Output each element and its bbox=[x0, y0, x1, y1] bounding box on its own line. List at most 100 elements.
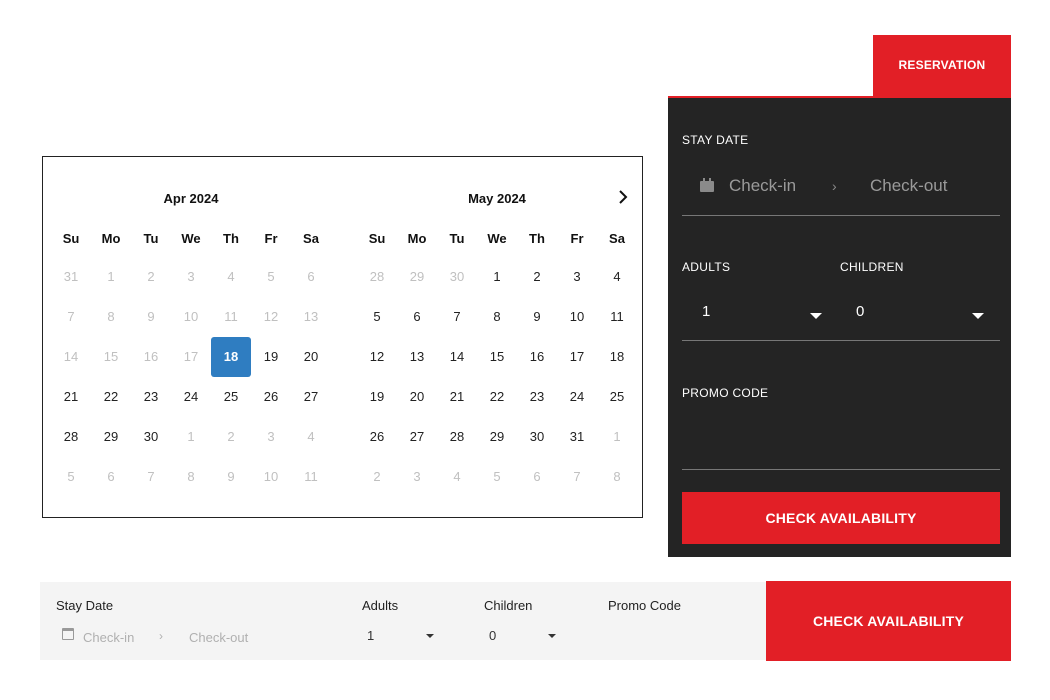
day-cell[interactable]: 13 bbox=[397, 337, 437, 377]
day-cell[interactable]: 3 bbox=[557, 257, 597, 297]
day-cell[interactable]: 15 bbox=[477, 337, 517, 377]
day-cell[interactable]: 12 bbox=[357, 337, 397, 377]
day-cell[interactable]: 19 bbox=[357, 377, 397, 417]
day-cell-outside-month[interactable]: 7 bbox=[131, 457, 171, 497]
day-cell[interactable]: 10 bbox=[557, 297, 597, 337]
stay-date-field[interactable]: Check-in › Check-out bbox=[682, 168, 1000, 216]
day-cell-outside-month[interactable]: 5 bbox=[51, 457, 91, 497]
check-availability-button[interactable]: CHECK AVAILABILITY bbox=[682, 492, 1000, 544]
day-cell-outside-month[interactable]: 8 bbox=[91, 297, 131, 337]
day-cell[interactable]: 30 bbox=[131, 417, 171, 457]
weekday-label: Th bbox=[223, 231, 239, 246]
day-cell-outside-month[interactable]: 4 bbox=[211, 257, 251, 297]
day-cell-outside-month[interactable]: 4 bbox=[437, 457, 477, 497]
day-cell[interactable]: 2 bbox=[517, 257, 557, 297]
day-cell-outside-month[interactable]: 4 bbox=[291, 417, 331, 457]
adults-select[interactable]: 1 bbox=[362, 626, 438, 646]
day-cell-outside-month[interactable]: 8 bbox=[597, 457, 637, 497]
day-cell-outside-month[interactable]: 8 bbox=[171, 457, 211, 497]
reservation-tab[interactable]: RESERVATION bbox=[873, 35, 1011, 96]
day-cell[interactable]: 22 bbox=[477, 377, 517, 417]
day-cell-outside-month[interactable]: 17 bbox=[171, 337, 211, 377]
day-cell[interactable]: 14 bbox=[437, 337, 477, 377]
promo-code-input[interactable] bbox=[682, 408, 1000, 470]
day-cell[interactable]: 24 bbox=[557, 377, 597, 417]
day-cell[interactable]: 28 bbox=[437, 417, 477, 457]
day-cell[interactable]: 25 bbox=[211, 377, 251, 417]
day-cell[interactable]: 25 bbox=[597, 377, 637, 417]
day-cell-outside-month[interactable]: 5 bbox=[477, 457, 517, 497]
day-cell[interactable]: 16 bbox=[517, 337, 557, 377]
day-cell-outside-month[interactable]: 2 bbox=[211, 417, 251, 457]
day-cell-selected[interactable]: 18 bbox=[211, 337, 251, 377]
checkin-input[interactable]: Check-in bbox=[729, 176, 796, 196]
day-cell[interactable]: 1 bbox=[477, 257, 517, 297]
day-cell-outside-month[interactable]: 16 bbox=[131, 337, 171, 377]
day-cell[interactable]: 21 bbox=[51, 377, 91, 417]
day-cell-outside-month[interactable]: 6 bbox=[517, 457, 557, 497]
day-cell-outside-month[interactable]: 12 bbox=[251, 297, 291, 337]
day-cell[interactable]: 27 bbox=[397, 417, 437, 457]
day-cell-outside-month[interactable]: 2 bbox=[131, 257, 171, 297]
day-cell[interactable]: 20 bbox=[397, 377, 437, 417]
day-cell[interactable]: 9 bbox=[517, 297, 557, 337]
day-cell-outside-month[interactable]: 5 bbox=[251, 257, 291, 297]
day-cell[interactable]: 21 bbox=[437, 377, 477, 417]
checkout-input[interactable]: Check-out bbox=[870, 176, 947, 196]
day-cell[interactable]: 26 bbox=[251, 377, 291, 417]
day-cell[interactable]: 31 bbox=[557, 417, 597, 457]
children-select[interactable]: 0 bbox=[840, 293, 1000, 341]
day-cell[interactable]: 29 bbox=[477, 417, 517, 457]
day-cell[interactable]: 23 bbox=[131, 377, 171, 417]
day-cell-outside-month[interactable]: 31 bbox=[51, 257, 91, 297]
day-cell-outside-month[interactable]: 7 bbox=[51, 297, 91, 337]
day-cell-outside-month[interactable]: 11 bbox=[211, 297, 251, 337]
day-cell[interactable]: 28 bbox=[51, 417, 91, 457]
day-cell-outside-month[interactable]: 11 bbox=[291, 457, 331, 497]
day-cell-outside-month[interactable]: 1 bbox=[597, 417, 637, 457]
day-cell-outside-month[interactable]: 1 bbox=[171, 417, 211, 457]
day-cell-outside-month[interactable]: 14 bbox=[51, 337, 91, 377]
day-cell[interactable]: 8 bbox=[477, 297, 517, 337]
day-cell[interactable]: 4 bbox=[597, 257, 637, 297]
checkout-input[interactable]: Check-out bbox=[189, 630, 248, 645]
day-cell-outside-month[interactable]: 29 bbox=[397, 257, 437, 297]
day-cell-outside-month[interactable]: 10 bbox=[171, 297, 211, 337]
day-cell-outside-month[interactable]: 3 bbox=[251, 417, 291, 457]
day-cell-outside-month[interactable]: 1 bbox=[91, 257, 131, 297]
day-cell[interactable]: 26 bbox=[357, 417, 397, 457]
day-cell-outside-month[interactable]: 2 bbox=[357, 457, 397, 497]
day-cell[interactable]: 29 bbox=[91, 417, 131, 457]
day-cell[interactable]: 17 bbox=[557, 337, 597, 377]
children-select[interactable]: 0 bbox=[484, 626, 560, 646]
day-cell-outside-month[interactable]: 6 bbox=[91, 457, 131, 497]
day-cell-outside-month[interactable]: 13 bbox=[291, 297, 331, 337]
day-cell-outside-month[interactable]: 10 bbox=[251, 457, 291, 497]
day-cell-outside-month[interactable]: 9 bbox=[131, 297, 171, 337]
day-cell[interactable]: 24 bbox=[171, 377, 211, 417]
day-cell-outside-month[interactable]: 28 bbox=[357, 257, 397, 297]
next-month-button[interactable] bbox=[613, 187, 633, 211]
day-cell-outside-month[interactable]: 30 bbox=[437, 257, 477, 297]
day-cell[interactable]: 19 bbox=[251, 337, 291, 377]
day-cell[interactable]: 11 bbox=[597, 297, 637, 337]
day-cell-outside-month[interactable]: 6 bbox=[291, 257, 331, 297]
day-cell-outside-month[interactable]: 3 bbox=[397, 457, 437, 497]
checkin-input[interactable]: Check-in bbox=[83, 630, 134, 645]
weekday-label: Mo bbox=[101, 231, 121, 246]
adults-select[interactable]: 1 bbox=[682, 293, 840, 341]
day-cell[interactable]: 22 bbox=[91, 377, 131, 417]
day-cell-outside-month[interactable]: 7 bbox=[557, 457, 597, 497]
day-cell-outside-month[interactable]: 9 bbox=[211, 457, 251, 497]
day-cell[interactable]: 23 bbox=[517, 377, 557, 417]
check-availability-button[interactable]: CHECK AVAILABILITY bbox=[766, 581, 1011, 661]
day-cell[interactable]: 27 bbox=[291, 377, 331, 417]
day-cell[interactable]: 7 bbox=[437, 297, 477, 337]
day-cell-outside-month[interactable]: 3 bbox=[171, 257, 211, 297]
day-cell[interactable]: 6 bbox=[397, 297, 437, 337]
day-cell[interactable]: 30 bbox=[517, 417, 557, 457]
day-cell[interactable]: 20 bbox=[291, 337, 331, 377]
day-cell[interactable]: 5 bbox=[357, 297, 397, 337]
day-cell-outside-month[interactable]: 15 bbox=[91, 337, 131, 377]
day-cell[interactable]: 18 bbox=[597, 337, 637, 377]
